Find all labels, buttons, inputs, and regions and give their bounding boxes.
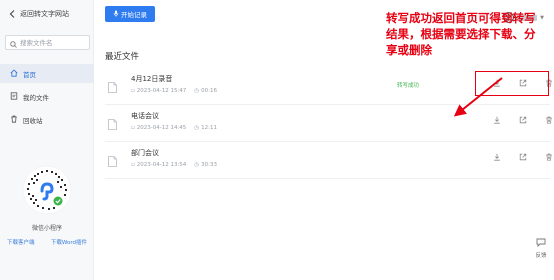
file-name[interactable]: 部门会议 — [131, 148, 159, 158]
calendar-icon: ▫ — [131, 88, 135, 94]
download-word-plugin-link[interactable]: 下载Word插件 — [51, 238, 87, 246]
trash-icon — [10, 115, 18, 125]
delete-icon[interactable] — [544, 152, 554, 162]
chevron-down-icon: ▼ — [540, 14, 544, 21]
feedback-label: 反馈 — [535, 253, 547, 259]
back-label: 返回转文字网站 — [20, 10, 69, 18]
file-duration-text: 00:16 — [201, 88, 217, 94]
file-row[interactable]: 电话会议 ▫ 2023-04-12 14:45 ◷ 12:11 — [105, 105, 552, 142]
document-icon — [108, 78, 117, 97]
file-date-text: 2023-04-12 13:54 — [136, 162, 187, 168]
download-icon[interactable] — [492, 115, 502, 125]
file-name[interactable]: 电话会议 — [131, 111, 159, 121]
mini-program-qr-code — [22, 165, 72, 215]
back-to-website-link[interactable]: 返回转文字网站 — [8, 9, 69, 19]
sidebar-item-home[interactable]: 首页 — [0, 64, 94, 83]
document-icon — [108, 152, 117, 171]
share-icon[interactable] — [518, 152, 528, 162]
sidebar-nav: 首页 我的文件 回收站 — [0, 64, 94, 129]
file-date: ▫ 2023-04-12 13:54 — [131, 162, 186, 168]
clock-icon: ◷ — [194, 125, 200, 131]
calendar-icon: ▫ — [131, 125, 135, 131]
download-links: 下载客户端 下载Word插件 — [0, 238, 94, 246]
file-actions — [492, 115, 554, 125]
actions-highlight-box — [475, 71, 549, 96]
search-icon — [10, 33, 17, 52]
search-box — [5, 35, 90, 50]
sidebar-item-my-files[interactable]: 我的文件 — [0, 87, 94, 106]
microphone-icon — [113, 9, 119, 19]
sidebar-item-trash[interactable]: 回收站 — [0, 110, 94, 129]
start-recording-button[interactable]: 开始记录 — [105, 6, 155, 22]
file-duration: ◷ 12:11 — [194, 125, 217, 131]
file-row[interactable]: 部门会议 ▫ 2023-04-12 13:54 ◷ 30:33 — [105, 142, 552, 179]
home-icon — [10, 68, 18, 79]
annotation-text: 转写成功返回首页可得到转写结果，根据需要选择下载、分享或删除 — [386, 11, 536, 57]
file-date: ▫ 2023-04-12 15:47 — [131, 88, 186, 94]
sidebar-item-label: 我的文件 — [23, 93, 49, 102]
status-badge: 转写成功 — [397, 83, 420, 89]
calendar-icon: ▫ — [131, 162, 135, 168]
clock-icon: ◷ — [194, 88, 200, 94]
document-icon — [108, 115, 117, 134]
sidebar: 返回转文字网站 首页 我的文件 回收站 — [0, 0, 94, 280]
delete-icon[interactable] — [544, 115, 554, 125]
file-name[interactable]: 4月12日录音 — [131, 74, 172, 84]
file-icon — [10, 91, 18, 102]
section-title: 最近文件 — [105, 52, 140, 62]
chevron-left-icon — [8, 10, 16, 18]
qr-code-label: 微信小程序 — [31, 225, 62, 232]
search-input[interactable] — [20, 38, 88, 47]
share-icon[interactable] — [518, 115, 528, 125]
file-date-text: 2023-04-12 14:45 — [136, 125, 187, 131]
file-date-text: 2023-04-12 15:47 — [136, 88, 187, 94]
file-meta: ▫ 2023-04-12 15:47 ◷ 00:16 — [131, 88, 217, 94]
download-icon[interactable] — [492, 152, 502, 162]
file-duration: ◷ 30:33 — [194, 162, 217, 168]
file-date: ▫ 2023-04-12 14:45 — [131, 125, 186, 131]
file-meta: ▫ 2023-04-12 14:45 ◷ 12:11 — [131, 125, 217, 131]
feedback-button[interactable]: 反馈 — [532, 238, 550, 259]
start-recording-label: 开始记录 — [121, 11, 147, 19]
sidebar-item-label: 首页 — [23, 70, 36, 79]
file-actions — [492, 152, 554, 162]
sidebar-item-label: 回收站 — [23, 116, 43, 125]
clock-icon: ◷ — [194, 162, 200, 168]
download-client-link[interactable]: 下载客户端 — [7, 238, 35, 246]
feedback-icon — [536, 238, 546, 249]
file-duration-text: 12:11 — [201, 125, 217, 131]
file-duration-text: 30:33 — [201, 162, 217, 168]
file-meta: ▫ 2023-04-12 13:54 ◷ 30:33 — [131, 162, 217, 168]
file-duration: ◷ 00:16 — [194, 88, 217, 94]
